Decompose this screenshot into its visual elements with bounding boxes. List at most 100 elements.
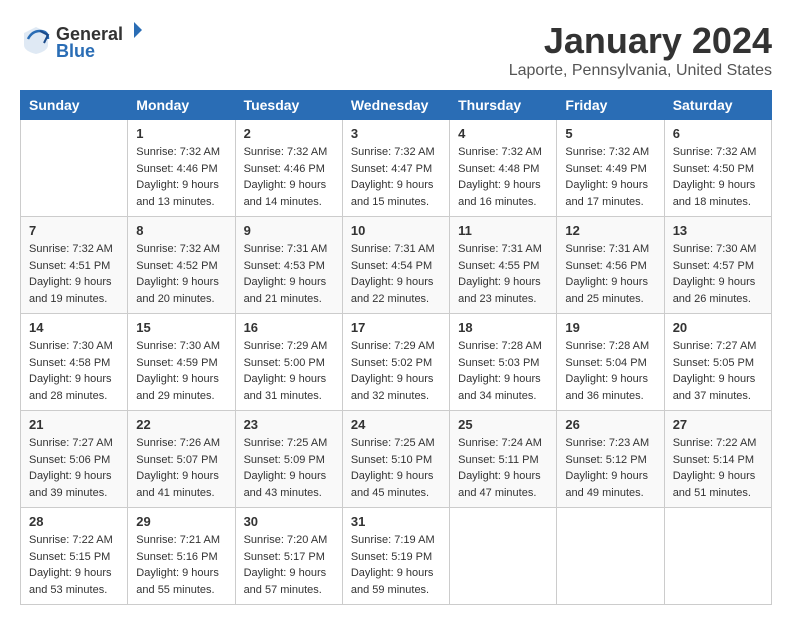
calendar-header-cell: Saturday [664, 91, 771, 120]
day-number: 19 [565, 320, 655, 335]
day-number: 31 [351, 514, 441, 529]
location-title: Laporte, Pennsylvania, United States [509, 62, 772, 80]
day-number: 25 [458, 417, 548, 432]
calendar-day-cell: 24 Sunrise: 7:25 AMSunset: 5:10 PMDayligh… [342, 411, 449, 508]
day-number: 3 [351, 126, 441, 141]
calendar-header-cell: Sunday [21, 91, 128, 120]
day-number: 17 [351, 320, 441, 335]
day-number: 6 [673, 126, 763, 141]
day-number: 27 [673, 417, 763, 432]
day-number: 4 [458, 126, 548, 141]
calendar-day-cell: 9 Sunrise: 7:31 AMSunset: 4:53 PMDaylight… [235, 217, 342, 314]
day-info: Sunrise: 7:29 AMSunset: 5:00 PMDaylight:… [244, 338, 334, 404]
day-info: Sunrise: 7:19 AMSunset: 5:19 PMDaylight:… [351, 532, 441, 598]
calendar-day-cell: 27 Sunrise: 7:22 AMSunset: 5:14 PMDayligh… [664, 411, 771, 508]
day-info: Sunrise: 7:32 AMSunset: 4:47 PMDaylight:… [351, 144, 441, 210]
calendar-day-cell: 11 Sunrise: 7:31 AMSunset: 4:55 PMDayligh… [450, 217, 557, 314]
calendar-day-cell: 29Sunrise: 7:21 AMSunset: 5:16 PMDayligh… [128, 508, 235, 605]
day-info: Sunrise: 7:21 AMSunset: 5:16 PMDaylight:… [136, 532, 226, 598]
day-number: 18 [458, 320, 548, 335]
calendar-day-cell: 8Sunrise: 7:32 AMSunset: 4:52 PMDaylight… [128, 217, 235, 314]
calendar-day-cell: 28Sunrise: 7:22 AMSunset: 5:15 PMDayligh… [21, 508, 128, 605]
day-info: Sunrise: 7:27 AMSunset: 5:05 PMDaylight:… [673, 338, 763, 404]
calendar-day-cell: 21Sunrise: 7:27 AMSunset: 5:06 PMDayligh… [21, 411, 128, 508]
day-number: 26 [565, 417, 655, 432]
day-info: Sunrise: 7:24 AMSunset: 5:11 PMDaylight:… [458, 435, 548, 501]
calendar-day-cell: 13 Sunrise: 7:30 AMSunset: 4:57 PMDayligh… [664, 217, 771, 314]
day-number: 24 [351, 417, 441, 432]
day-info: Sunrise: 7:29 AMSunset: 5:02 PMDaylight:… [351, 338, 441, 404]
day-info: Sunrise: 7:32 AMSunset: 4:51 PMDaylight:… [29, 241, 119, 307]
logo-icon [20, 23, 52, 55]
day-number: 9 [244, 223, 334, 238]
calendar-day-cell: 23 Sunrise: 7:25 AMSunset: 5:09 PMDayligh… [235, 411, 342, 508]
calendar-header-cell: Monday [128, 91, 235, 120]
calendar-day-cell: 30 Sunrise: 7:20 AMSunset: 5:17 PMDayligh… [235, 508, 342, 605]
calendar-day-cell: 1 Sunrise: 7:32 AMSunset: 4:46 PMDaylight… [128, 120, 235, 217]
day-number: 15 [136, 320, 226, 335]
day-info: Sunrise: 7:32 AMSunset: 4:49 PMDaylight:… [565, 144, 655, 210]
day-info: Sunrise: 7:32 AMSunset: 4:46 PMDaylight:… [136, 144, 226, 210]
calendar-week-row: 1 Sunrise: 7:32 AMSunset: 4:46 PMDaylight… [21, 120, 772, 217]
calendar-day-cell: 7Sunrise: 7:32 AMSunset: 4:51 PMDaylight… [21, 217, 128, 314]
title-block: January 2024 Laporte, Pennsylvania, Unit… [509, 20, 772, 80]
calendar-day-cell: 20Sunrise: 7:27 AMSunset: 5:05 PMDayligh… [664, 314, 771, 411]
day-number: 16 [244, 320, 334, 335]
calendar-day-cell: 31 Sunrise: 7:19 AMSunset: 5:19 PMDayligh… [342, 508, 449, 605]
day-info: Sunrise: 7:28 AMSunset: 5:03 PMDaylight:… [458, 338, 548, 404]
day-number: 10 [351, 223, 441, 238]
calendar-day-cell: 15 Sunrise: 7:30 AMSunset: 4:59 PMDayligh… [128, 314, 235, 411]
day-info: Sunrise: 7:31 AMSunset: 4:56 PMDaylight:… [565, 241, 655, 307]
day-info: Sunrise: 7:32 AMSunset: 4:46 PMDaylight:… [244, 144, 334, 210]
calendar-day-cell: 14Sunrise: 7:30 AMSunset: 4:58 PMDayligh… [21, 314, 128, 411]
day-info: Sunrise: 7:30 AMSunset: 4:57 PMDaylight:… [673, 241, 763, 307]
calendar-day-cell: 16 Sunrise: 7:29 AMSunset: 5:00 PMDayligh… [235, 314, 342, 411]
calendar-day-cell: 12Sunrise: 7:31 AMSunset: 4:56 PMDayligh… [557, 217, 664, 314]
day-number: 8 [136, 223, 226, 238]
day-info: Sunrise: 7:20 AMSunset: 5:17 PMDaylight:… [244, 532, 334, 598]
day-info: Sunrise: 7:30 AMSunset: 4:58 PMDaylight:… [29, 338, 119, 404]
day-number: 11 [458, 223, 548, 238]
day-number: 2 [244, 126, 334, 141]
day-info: Sunrise: 7:25 AMSunset: 5:09 PMDaylight:… [244, 435, 334, 501]
page-header: General Blue January 2024 Laporte, Penns… [20, 20, 772, 80]
calendar-header-cell: Tuesday [235, 91, 342, 120]
calendar-table: SundayMondayTuesdayWednesdayThursdayFrid… [20, 90, 772, 605]
day-number: 13 [673, 223, 763, 238]
calendar-day-cell: 6 Sunrise: 7:32 AMSunset: 4:50 PMDaylight… [664, 120, 771, 217]
calendar-day-cell: 19 Sunrise: 7:28 AMSunset: 5:04 PMDayligh… [557, 314, 664, 411]
day-info: Sunrise: 7:28 AMSunset: 5:04 PMDaylight:… [565, 338, 655, 404]
day-info: Sunrise: 7:32 AMSunset: 4:48 PMDaylight:… [458, 144, 548, 210]
calendar-week-row: 28Sunrise: 7:22 AMSunset: 5:15 PMDayligh… [21, 508, 772, 605]
day-info: Sunrise: 7:31 AMSunset: 4:55 PMDaylight:… [458, 241, 548, 307]
day-info: Sunrise: 7:30 AMSunset: 4:59 PMDaylight:… [136, 338, 226, 404]
calendar-day-cell: 10Sunrise: 7:31 AMSunset: 4:54 PMDayligh… [342, 217, 449, 314]
calendar-day-cell [664, 508, 771, 605]
day-info: Sunrise: 7:26 AMSunset: 5:07 PMDaylight:… [136, 435, 226, 501]
calendar-day-cell: 17 Sunrise: 7:29 AMSunset: 5:02 PMDayligh… [342, 314, 449, 411]
calendar-day-cell [557, 508, 664, 605]
calendar-day-cell: 26Sunrise: 7:23 AMSunset: 5:12 PMDayligh… [557, 411, 664, 508]
logo: General Blue [20, 20, 145, 62]
logo-flag-icon [124, 20, 144, 40]
day-info: Sunrise: 7:25 AMSunset: 5:10 PMDaylight:… [351, 435, 441, 501]
logo-text-blue: Blue [56, 41, 95, 61]
calendar-day-cell: 4 Sunrise: 7:32 AMSunset: 4:48 PMDaylight… [450, 120, 557, 217]
calendar-day-cell: 3 Sunrise: 7:32 AMSunset: 4:47 PMDaylight… [342, 120, 449, 217]
calendar-day-cell: 18 Sunrise: 7:28 AMSunset: 5:03 PMDayligh… [450, 314, 557, 411]
day-number: 30 [244, 514, 334, 529]
calendar-day-cell [21, 120, 128, 217]
day-info: Sunrise: 7:22 AMSunset: 5:15 PMDaylight:… [29, 532, 119, 598]
calendar-day-cell: 25 Sunrise: 7:24 AMSunset: 5:11 PMDayligh… [450, 411, 557, 508]
day-info: Sunrise: 7:22 AMSunset: 5:14 PMDaylight:… [673, 435, 763, 501]
day-number: 5 [565, 126, 655, 141]
calendar-day-cell: 2 Sunrise: 7:32 AMSunset: 4:46 PMDaylight… [235, 120, 342, 217]
calendar-body: 1 Sunrise: 7:32 AMSunset: 4:46 PMDaylight… [21, 120, 772, 605]
calendar-day-cell [450, 508, 557, 605]
calendar-header-cell: Friday [557, 91, 664, 120]
day-info: Sunrise: 7:31 AMSunset: 4:53 PMDaylight:… [244, 241, 334, 307]
day-number: 1 [136, 126, 226, 141]
day-number: 23 [244, 417, 334, 432]
calendar-week-row: 21Sunrise: 7:27 AMSunset: 5:06 PMDayligh… [21, 411, 772, 508]
day-info: Sunrise: 7:32 AMSunset: 4:50 PMDaylight:… [673, 144, 763, 210]
